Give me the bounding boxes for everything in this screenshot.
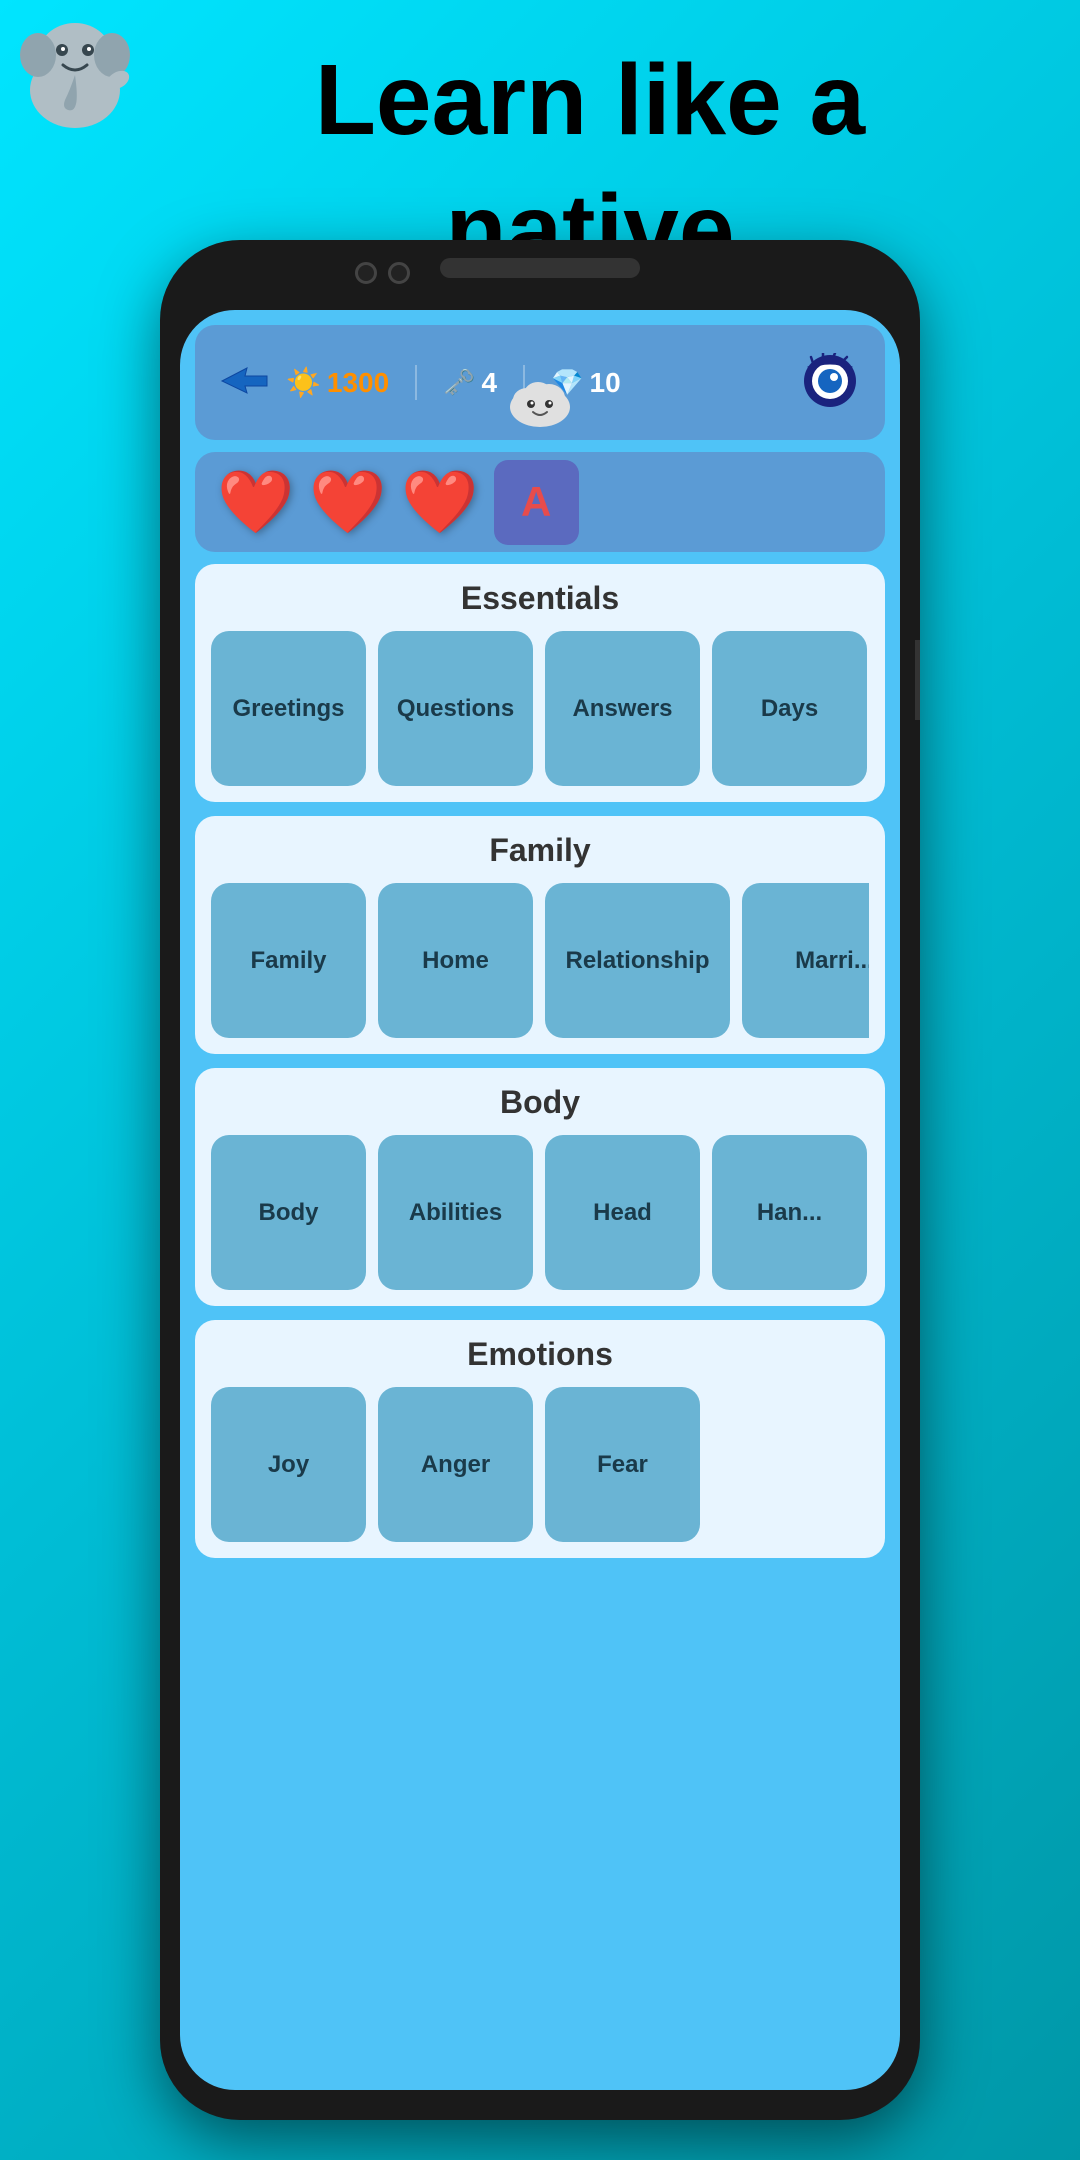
essentials-title: Essentials: [211, 580, 869, 617]
category-item-body[interactable]: Body: [211, 1135, 366, 1290]
profile-eye-icon[interactable]: [798, 353, 863, 413]
body-section: Body Body Abilities Head Han...: [195, 1068, 885, 1306]
body-items: Body Abilities Head Han...: [211, 1135, 869, 1290]
phone-camera-right: [388, 262, 410, 284]
mascot-elephant: [10, 10, 140, 140]
category-item-joy[interactable]: Joy: [211, 1387, 366, 1542]
essentials-items: Greetings Questions Answers Days: [211, 631, 869, 786]
phone-screen: ☀️ 1300 🗝️ 4 💎 10: [180, 310, 900, 2090]
category-item-answers[interactable]: Answers: [545, 631, 700, 786]
category-item-days[interactable]: Days: [712, 631, 867, 786]
hero-title-line1: Learn like a: [315, 45, 865, 155]
heart-3: ❤️: [401, 466, 478, 539]
category-item-greetings[interactable]: Greetings: [211, 631, 366, 786]
category-item-questions[interactable]: Questions: [378, 631, 533, 786]
category-item-hands[interactable]: Han...: [712, 1135, 867, 1290]
emotions-section: Emotions Joy Anger Fear: [195, 1320, 885, 1558]
sun-icon: ☀️: [286, 366, 321, 399]
gems-value: 10: [590, 367, 621, 399]
phone-camera-left: [355, 262, 377, 284]
keys-stat: 🗝️ 4: [443, 367, 497, 399]
cloud-mascot: [505, 372, 575, 432]
stats-bar: ☀️ 1300 🗝️ 4 💎 10: [195, 325, 885, 440]
xp-stat: ☀️ 1300: [286, 366, 389, 399]
xp-value: 1300: [327, 367, 389, 399]
essentials-section: Essentials Greetings Questions Answers D…: [195, 564, 885, 802]
screen-content: ☀️ 1300 🗝️ 4 💎 10: [180, 310, 900, 2090]
category-item-abilities[interactable]: Abilities: [378, 1135, 533, 1290]
category-item-family[interactable]: Family: [211, 883, 366, 1038]
body-title: Body: [211, 1084, 869, 1121]
category-item-relationship[interactable]: Relationship: [545, 883, 730, 1038]
stat-divider-1: [415, 365, 417, 400]
emotions-items: Joy Anger Fear: [211, 1387, 869, 1542]
key-icon: 🗝️: [443, 367, 475, 398]
phone-notch: [440, 258, 640, 278]
side-button[interactable]: [915, 640, 920, 720]
family-section: Family Family Home Relationship Marri...: [195, 816, 885, 1054]
category-item-marriage[interactable]: Marri...: [742, 883, 869, 1038]
category-item-home[interactable]: Home: [378, 883, 533, 1038]
heart-2: ❤️: [309, 466, 386, 539]
emotions-title: Emotions: [211, 1336, 869, 1373]
family-title: Family: [211, 832, 869, 869]
phone-frame: ☀️ 1300 🗝️ 4 💎 10: [160, 240, 920, 2120]
streak-icon: [217, 363, 272, 403]
heart-1: ❤️: [217, 466, 294, 539]
category-item-anger[interactable]: Anger: [378, 1387, 533, 1542]
category-item-head[interactable]: Head: [545, 1135, 700, 1290]
family-items: Family Home Relationship Marri...: [211, 883, 869, 1038]
alphabet-button[interactable]: A: [494, 460, 579, 545]
category-item-fear[interactable]: Fear: [545, 1387, 700, 1542]
hearts-bar: ❤️ ❤️ ❤️ A: [195, 452, 885, 552]
keys-value: 4: [482, 367, 498, 399]
